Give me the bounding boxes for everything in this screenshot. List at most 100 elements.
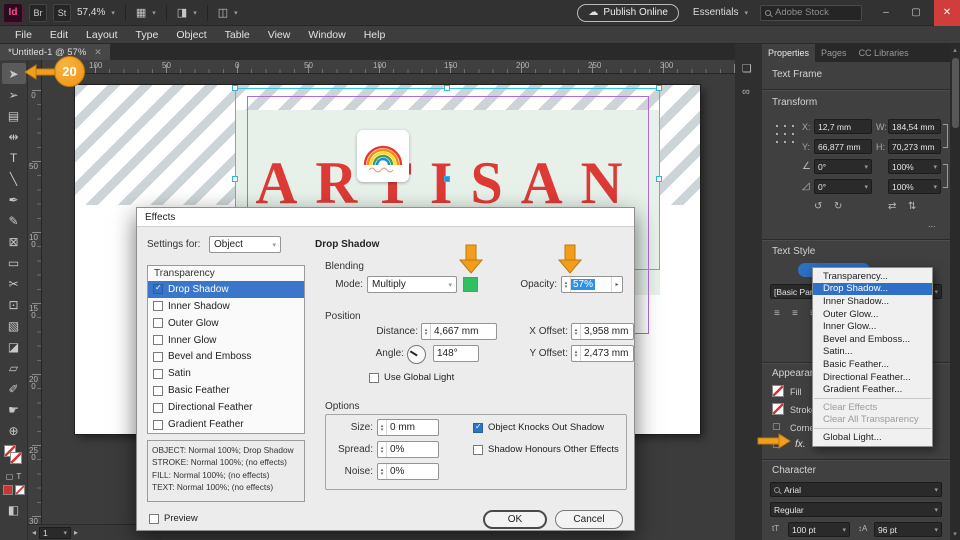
rectangle-frame-tool[interactable]: ⊠ <box>2 231 26 252</box>
menu-item-gradient-feather[interactable]: Gradient Feather... <box>813 383 932 396</box>
menu-view[interactable]: View <box>259 29 300 41</box>
constrain-scale-icon[interactable] <box>943 164 948 188</box>
note-tool[interactable]: ▱ <box>2 357 26 378</box>
blend-mode-dropdown[interactable]: Multiply▾ <box>367 276 457 293</box>
links-panel-icon[interactable]: ∞ <box>742 86 750 98</box>
stroke-color-swatch[interactable] <box>772 403 784 415</box>
use-global-light-checkbox[interactable]: Use Global Light <box>369 372 454 383</box>
effect-row-gradient-feather[interactable]: Gradient Feather <box>148 416 304 433</box>
effect-row-inner-glow[interactable]: Inner Glow <box>148 332 304 349</box>
frame-center-handle[interactable] <box>444 176 450 182</box>
leading-field[interactable]: 96 pt▾ <box>874 522 942 537</box>
apply-color-icon[interactable] <box>3 485 13 495</box>
shadow-honours-other-effects-checkbox[interactable]: Shadow Honours Other Effects <box>473 444 619 455</box>
height-field[interactable]: 70,273 mm <box>888 139 941 154</box>
menu-file[interactable]: File <box>6 29 41 41</box>
checkbox-checked-icon[interactable] <box>473 423 483 433</box>
y-offset-field[interactable]: ▴▾ 2,473 mm <box>571 345 634 362</box>
font-size-field[interactable]: 100 pt▾ <box>788 522 850 537</box>
fill-color-swatch[interactable] <box>772 385 784 397</box>
spread-field[interactable]: ▴▾ 0% <box>377 441 439 458</box>
shadow-color-swatch[interactable] <box>463 277 478 292</box>
effect-row-outer-glow[interactable]: Outer Glow <box>148 315 304 332</box>
more-options-button[interactable]: ... <box>928 219 936 229</box>
menu-item-drop-shadow[interactable]: Drop Shadow... <box>813 283 932 296</box>
align-left-icon[interactable]: ≡ <box>774 308 780 319</box>
ok-button[interactable]: OK <box>483 510 547 529</box>
stepper-icon[interactable]: ▴▾ <box>378 442 387 457</box>
effect-row-basic-feather[interactable]: Basic Feather <box>148 382 304 399</box>
menu-window[interactable]: Window <box>299 29 354 41</box>
formatting-affects-text-icon[interactable]: T <box>16 472 21 481</box>
stepper-icon[interactable]: ▴▾ <box>378 464 387 479</box>
frame-handle[interactable] <box>444 85 450 91</box>
fill-label[interactable]: Fill <box>790 387 802 397</box>
pencil-tool[interactable]: ✎ <box>2 210 26 231</box>
previous-page-icon[interactable]: ◂ <box>32 528 36 537</box>
view-options-icon[interactable]: ▦ <box>136 6 146 19</box>
page-number-field[interactable]: 1 ▾ <box>39 527 71 539</box>
cancel-button[interactable]: Cancel <box>555 510 623 529</box>
tab-cc-libraries[interactable]: CC Libraries <box>853 44 915 62</box>
opacity-slider-icon[interactable]: ▸ <box>611 277 622 292</box>
menu-edit[interactable]: Edit <box>41 29 77 41</box>
menu-item-directional-feather[interactable]: Directional Feather... <box>813 371 932 384</box>
scale-x-field[interactable]: 100%▾ <box>888 159 941 174</box>
frame-handle[interactable] <box>656 85 662 91</box>
frame-handle[interactable] <box>232 85 238 91</box>
frame-handle[interactable] <box>232 176 238 182</box>
object-knocks-out-shadow-checkbox[interactable]: Object Knocks Out Shadow <box>473 422 604 433</box>
screen-mode-icon[interactable]: ◨ <box>177 6 187 19</box>
font-family-dropdown[interactable]: Arial ▾ <box>770 482 942 497</box>
effect-row-directional-feather[interactable]: Directional Feather <box>148 399 304 416</box>
x-offset-field[interactable]: ▴▾ 3,958 mm <box>571 323 634 340</box>
scrollbar-thumb[interactable] <box>952 58 959 128</box>
page-tool[interactable]: ▤ <box>2 105 26 126</box>
checkbox-icon[interactable] <box>153 301 163 311</box>
menu-item-bevel-emboss[interactable]: Bevel and Emboss... <box>813 333 932 346</box>
stepper-icon[interactable]: ▴▾ <box>572 346 581 361</box>
pen-tool[interactable]: ✒ <box>2 189 26 210</box>
checkbox-icon[interactable] <box>369 373 379 383</box>
eyedropper-tool[interactable]: ✐ <box>2 378 26 399</box>
checkbox-icon[interactable] <box>153 369 163 379</box>
reference-point-grid-icon[interactable] <box>771 120 794 143</box>
stepper-icon[interactable]: ▴▾ <box>378 420 387 435</box>
menu-type[interactable]: Type <box>127 29 168 41</box>
scissors-tool[interactable]: ✂ <box>2 273 26 294</box>
free-transform-tool[interactable]: ⊡ <box>2 294 26 315</box>
fill-stroke-proxy[interactable] <box>2 445 26 469</box>
checkbox-icon[interactable] <box>153 335 163 345</box>
menu-table[interactable]: Table <box>216 29 259 41</box>
formatting-affects-container-icon[interactable]: ▢ <box>6 472 14 481</box>
checkbox-checked-icon[interactable] <box>153 284 163 294</box>
tab-properties[interactable]: Properties <box>762 44 815 62</box>
checkbox-icon[interactable] <box>473 445 483 455</box>
shear-angle-field[interactable]: 0°▾ <box>814 179 872 194</box>
publish-online-button[interactable]: ☁ Publish Online <box>577 4 678 22</box>
hand-tool[interactable]: ☛ <box>2 399 26 420</box>
gap-tool[interactable]: ⇹ <box>2 126 26 147</box>
width-field[interactable]: 184,54 mm <box>888 119 941 134</box>
zoom-level-dropdown[interactable]: 57,4% <box>77 7 105 18</box>
effect-row-drop-shadow[interactable]: Drop Shadow <box>148 281 304 298</box>
frame-handle[interactable] <box>656 176 662 182</box>
y-position-field[interactable]: 66,877 mm <box>814 139 872 154</box>
menu-item-outer-glow[interactable]: Outer Glow... <box>813 308 932 321</box>
direct-selection-tool[interactable]: ➢ <box>2 84 26 105</box>
horizontal-ruler[interactable]: 100 50 0 50 100 150 200 250 300 <box>42 60 735 74</box>
checkbox-icon[interactable] <box>149 514 159 524</box>
effect-row-satin[interactable]: Satin <box>148 365 304 382</box>
checkbox-icon[interactable] <box>153 386 163 396</box>
selection-tool[interactable]: ➤ <box>2 63 26 84</box>
flip-horizontal-icon[interactable]: ⇄ <box>888 201 896 212</box>
menu-item-transparency[interactable]: Transparency... <box>813 270 932 283</box>
next-page-icon[interactable]: ▸ <box>74 528 78 537</box>
stepper-icon[interactable]: ▴▾ <box>422 324 431 339</box>
close-tab-icon[interactable]: ✕ <box>94 47 102 58</box>
workspace-switcher[interactable]: Essentials <box>693 7 739 18</box>
scroll-down-icon[interactable]: ▾ <box>950 530 960 538</box>
corner-options-icon[interactable]: ▢ <box>772 421 781 432</box>
menu-item-satin[interactable]: Satin... <box>813 346 932 359</box>
gradient-feather-tool[interactable]: ◪ <box>2 336 26 357</box>
